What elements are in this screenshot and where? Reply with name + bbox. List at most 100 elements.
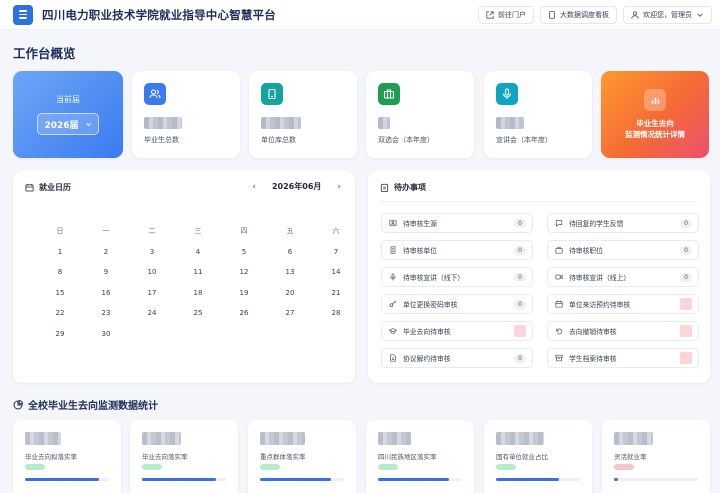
todo-count-badge xyxy=(514,325,526,337)
monitor-value-blurred xyxy=(614,432,653,445)
todo-item[interactable]: 待审核职位 0 xyxy=(547,240,699,260)
todo-item[interactable]: 待审核宣讲（线下） 0 xyxy=(381,267,533,287)
stat-card-graduates[interactable]: 毕业生总数 xyxy=(132,71,240,158)
monitor-stat-label: 毕业去向落实率 xyxy=(142,453,188,461)
calendar-day[interactable]: 17 xyxy=(129,283,175,304)
monitor-stat-card[interactable]: 国有单位就业占比 xyxy=(484,420,592,493)
calendar-day[interactable]: 16 xyxy=(83,283,129,304)
calendar-day[interactable]: 5 xyxy=(221,242,267,263)
stat-label: 宣讲会（本年度） xyxy=(496,136,552,144)
todo-item-label: 单位来访预约待审核 xyxy=(569,301,631,309)
calendar-day[interactable]: 15 xyxy=(37,283,83,304)
tablet-icon xyxy=(549,10,555,19)
monitor-stat-label: 四川民族地区落实率 xyxy=(378,453,437,461)
user-icon xyxy=(631,10,639,19)
todo-item-label: 单位更换密码审核 xyxy=(403,301,458,309)
todo-item[interactable]: 待审核宣讲（线上） 0 xyxy=(547,267,699,287)
weekday-header: 一 xyxy=(102,227,110,235)
monitor-stat-card[interactable]: 毕业去向落实率 xyxy=(130,420,238,493)
todo-count-badge xyxy=(680,352,692,364)
menu-toggle-button[interactable] xyxy=(13,4,33,25)
stat-value-blurred xyxy=(496,117,524,129)
todo-item[interactable]: 协议解约待审核 0 xyxy=(381,348,533,368)
calendar-day[interactable]: 21 xyxy=(313,283,359,304)
calendar-day[interactable]: 11 xyxy=(175,262,221,283)
key-icon xyxy=(389,300,397,307)
overview-title: 工作台概览 xyxy=(13,46,76,61)
stat-card-job-fairs[interactable]: 双选会（本年度） xyxy=(366,71,474,158)
monitor-detail-card[interactable]: 毕业生去向 监测情况统计详情 xyxy=(601,71,709,158)
calendar-day[interactable]: 2 xyxy=(83,242,129,263)
calendar-day[interactable]: 25 xyxy=(175,303,221,324)
external-link-icon xyxy=(486,10,494,19)
prev-month-button[interactable]: ‹ xyxy=(252,182,256,192)
clipboard-icon xyxy=(380,183,389,192)
calendar-day[interactable]: 3 xyxy=(129,242,175,263)
todo-item[interactable]: 单位更换密码审核 0 xyxy=(381,294,533,314)
todo-item-label: 待审核单位 xyxy=(403,247,437,255)
monitor-progress-fill xyxy=(614,478,619,481)
monitor-stat-label: 重点群体落实率 xyxy=(260,453,306,461)
graduation-cap-icon xyxy=(389,328,397,334)
calendar-day[interactable]: 13 xyxy=(267,262,313,283)
video-icon xyxy=(555,274,563,280)
todo-count-badge: 0 xyxy=(514,300,526,309)
stat-value-blurred xyxy=(261,117,301,129)
todo-item[interactable]: 待回复的学生反馈 0 xyxy=(547,213,699,233)
monitor-stat-label: 毕业去向拟落实率 xyxy=(25,453,77,461)
term-select[interactable]: 2026届 xyxy=(37,113,99,135)
calendar-day[interactable]: 28 xyxy=(313,303,359,324)
stat-card-presentations[interactable]: 宣讲会（本年度） xyxy=(484,71,592,158)
next-month-button[interactable]: › xyxy=(337,182,341,192)
calendar-day[interactable]: 12 xyxy=(221,262,267,283)
calendar-day[interactable]: 10 xyxy=(129,262,175,283)
calendar-day[interactable]: 14 xyxy=(313,262,359,283)
monitor-stat-label: 灵活就业率 xyxy=(614,453,647,461)
calendar-day[interactable]: 7 xyxy=(313,242,359,263)
calendar-day[interactable]: 9 xyxy=(83,262,129,283)
portal-button[interactable]: 前往门户 xyxy=(478,5,534,24)
weekday-header: 三 xyxy=(194,227,202,235)
user-menu-button[interactable]: 欢迎您，管理员 xyxy=(623,5,712,24)
calendar-day[interactable]: 1 xyxy=(37,242,83,263)
monitor-stat-card[interactable]: 四川民族地区落实率 xyxy=(366,420,474,493)
monitor-stat-card[interactable]: 重点群体落实率 xyxy=(248,420,356,493)
calendar-day[interactable]: 24 xyxy=(129,303,175,324)
calendar-day[interactable]: 19 xyxy=(221,283,267,304)
monitor-progress-track xyxy=(25,478,109,481)
monitor-card-line2: 监测情况统计详情 xyxy=(625,130,685,139)
calendar-day[interactable]: 20 xyxy=(267,283,313,304)
calendar-day[interactable]: 30 xyxy=(83,324,129,345)
stat-card-units[interactable]: 单位库总数 xyxy=(249,71,357,158)
todo-item[interactable]: 单位来访预约待审核 xyxy=(547,294,699,314)
todo-item[interactable]: 去向撤销待审核 xyxy=(547,321,699,341)
monitor-stat-card[interactable]: 灵活就业率 xyxy=(602,420,710,493)
monitor-progress-track xyxy=(142,478,226,481)
monitor-progress-track xyxy=(378,478,462,481)
calendar-day[interactable]: 18 xyxy=(175,283,221,304)
todo-item[interactable]: 学生档案待审核 xyxy=(547,348,699,368)
calendar-day[interactable]: 6 xyxy=(267,242,313,263)
calendar-day[interactable]: 22 xyxy=(37,303,83,324)
todo-count-badge: 0 xyxy=(514,354,526,363)
monitor-stat-card[interactable]: 毕业去向拟落实率 xyxy=(13,420,121,493)
todo-item-label: 待回复的学生反馈 xyxy=(569,220,624,228)
calendar-day[interactable]: 29 xyxy=(37,324,83,345)
monitor-progress-fill xyxy=(142,478,216,481)
user-card-icon xyxy=(389,219,397,227)
chevron-down-icon xyxy=(697,12,703,17)
calendar-day[interactable]: 26 xyxy=(221,303,267,324)
calendar-day[interactable]: 8 xyxy=(37,262,83,283)
todo-item[interactable]: 待审核生源 0 xyxy=(381,213,533,233)
calendar-day[interactable]: 23 xyxy=(83,303,129,324)
monitor-value-blurred xyxy=(260,432,305,445)
calendar-day[interactable]: 27 xyxy=(267,303,313,324)
bigdata-dashboard-button[interactable]: 大数据调度看板 xyxy=(540,5,617,24)
weekday-header: 四 xyxy=(240,227,248,235)
calendar-day[interactable]: 4 xyxy=(175,242,221,263)
monitor-value-blurred xyxy=(378,432,411,445)
todo-item-label: 协议解约待审核 xyxy=(403,355,451,363)
todo-item[interactable]: 毕业去向待审核 xyxy=(381,321,533,341)
monitor-trend-badge xyxy=(260,464,280,470)
todo-item[interactable]: 待审核单位 0 xyxy=(381,240,533,260)
